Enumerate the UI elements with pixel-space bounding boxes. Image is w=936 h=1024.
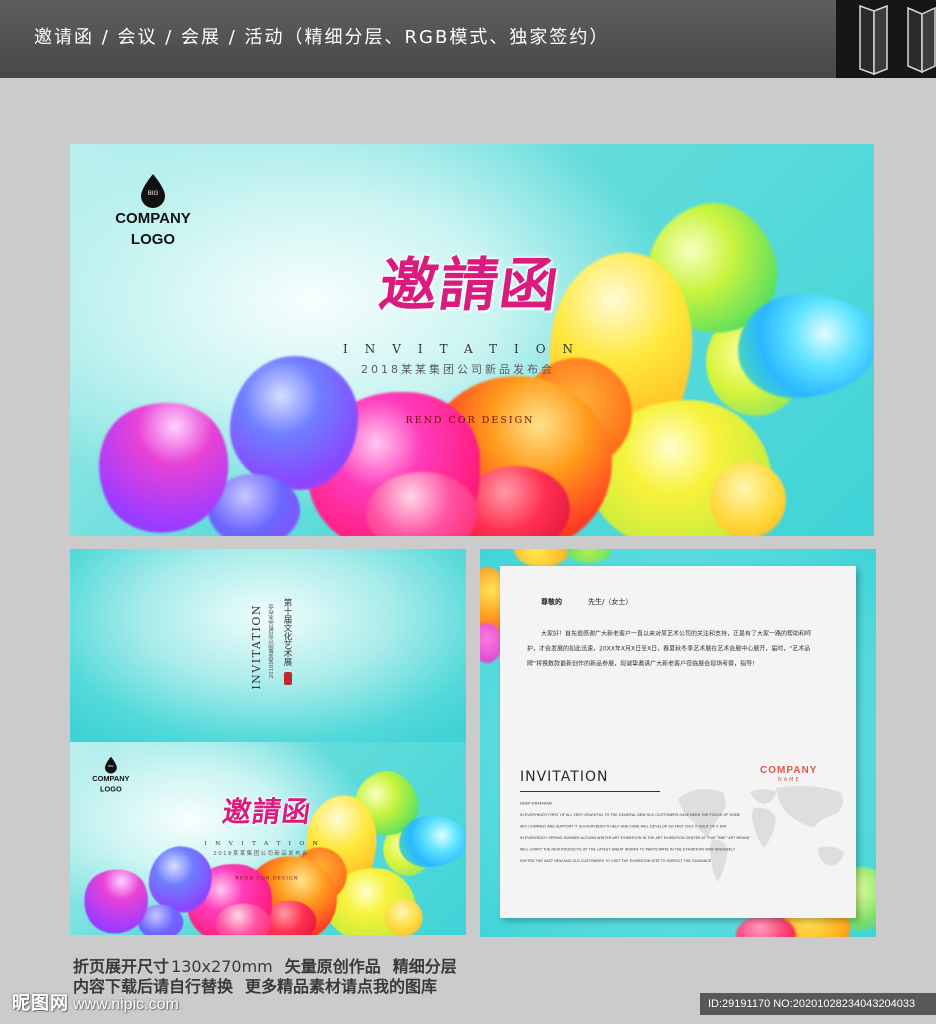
logo-line-1: COMPANY [115,210,191,227]
english-line: INVITED THE VAST NEW AND OLD CUSTOMERS T… [520,859,712,864]
size-label: 折页展开尺寸 [73,957,170,976]
logo-line-1: COMPANY [92,774,130,783]
letter-salutation-suffix: 先生/（女士） [588,598,633,606]
english-line: IN EVERYBODY SPRING SUMMER AUTUMN WINTER… [520,836,751,841]
watermark-url: www.nipic.com [73,996,179,1013]
fold-left-panel: INVITATION 2018某某集团公司新品发布会 第十届文化艺术展 BIG … [70,549,466,935]
invitation-title: 邀請函 [220,794,314,829]
vertical-small-text: 2018某某集团公司新品发布会 [269,604,275,679]
size-value: 130x270mm [171,957,273,976]
company-logo: BIG COMPANY LOGO [107,174,199,250]
cover-art: BIG COMPANY LOGO 邀請函 INVITATION 2018某某集团… [70,144,874,536]
heading-underline [520,791,660,792]
invitation-subtitle: INVITATION [342,342,591,356]
site-watermark: 昵图网 www.nipic.com [12,992,179,1017]
image-id-strip: ID:29191170 NO:20201028234043204033 [700,993,936,1015]
english-line: ART COMPANY AND SUPPORT IT IS EVERYBODY'… [520,825,727,829]
drop-icon: BIG [140,174,166,208]
logo-mark: BIG [147,191,159,197]
fold-right-panel: 尊敬的 先生/（女士） 大家好！首先很感谢广大新老客户一直以来对某艺术公司的关注… [480,549,876,937]
invitation-cover: BIG COMPANY LOGO 邀請函 INVITATION 2018某某集团… [70,144,874,536]
footer-tag-original: 矢量原创作品 [284,957,381,976]
vertical-english-title: INVITATION [250,604,263,690]
company-logo: BIG COMPANY LOGO [88,756,133,794]
color-blob [398,815,466,868]
designer-credit: REND COR DESIGN [405,415,535,426]
footer-line-1: 折页展开尺寸 130x270mm 矢量原创作品 精细分层 [73,957,469,977]
letter-body: 大家好！首先很感谢广大新老客户一直以来对某艺术公司的关注和支持，正是有了大家一路… [527,630,812,667]
drop-icon: BIG [104,756,117,774]
logo-line-2: LOGO [99,784,122,794]
mini-cover-art: BIG COMPANY LOGO 邀請函 INVITATION 2018某某集团… [70,742,466,935]
event-name: 2018某某集团公司新品发布会 [213,849,309,857]
letter-heading: INVITATION [520,769,609,785]
logo-line-2: LOGO [130,231,176,248]
red-seal [284,672,292,685]
logo-mark: BIG [108,765,114,769]
invitation-subtitle: INVITATION [204,839,327,847]
english-line: WILL CARRY THE NEW PRODUCTS OF THE LATES… [520,848,736,852]
letter-salutation: 尊敬的 [541,598,562,606]
color-blob [710,462,786,536]
banner-title: 邀请函 / 会议 / 会展 / 活动（精细分层、RGB模式、独家签约） [34,27,610,48]
image-id: ID:29191170 NO:20201028234043204033 [708,998,916,1010]
color-blob [738,294,874,398]
watermark-brand: 昵图网 [12,993,69,1014]
company-name: COMPANY [760,765,818,776]
event-name: 2018某某集团公司新品发布会 [361,363,555,376]
english-line: DEAR SIR/MADAM [520,802,552,806]
vertical-chinese-title: 第十届文化艺术展 [282,598,292,666]
folded-brochure-icon [859,4,936,76]
brochure-icon-box [836,0,936,78]
letter-english-text: DEAR SIR/MADAM IN EVERYBODY FIRST OF ALL… [520,798,760,867]
color-blob [514,549,570,567]
mini-cover: BIG COMPANY LOGO 邀請函 INVITATION 2018某某集团… [70,742,466,935]
color-blob [385,898,423,935]
footer-tag-layers: 精细分层 [392,957,457,976]
fold-left-inner: INVITATION 2018某某集团公司新品发布会 第十届文化艺术展 [70,549,466,742]
english-line: IN EVERYBODY FIRST OF ALL VERY GRATEFUL … [520,813,741,818]
footer-note-gallery: 更多精品素材请点我的图库 [245,977,438,996]
company-subname: NAME [778,777,801,783]
color-blob [566,549,612,563]
invitation-title: 邀請函 [375,251,565,319]
top-banner: 邀请函 / 会议 / 会展 / 活动（精细分层、RGB模式、独家签约） [0,0,836,78]
designer-credit: REND COR DESIGN [235,875,299,881]
letter-paper: 尊敬的 先生/（女士） 大家好！首先很感谢广大新老客户一直以来对某艺术公司的关注… [500,566,856,918]
